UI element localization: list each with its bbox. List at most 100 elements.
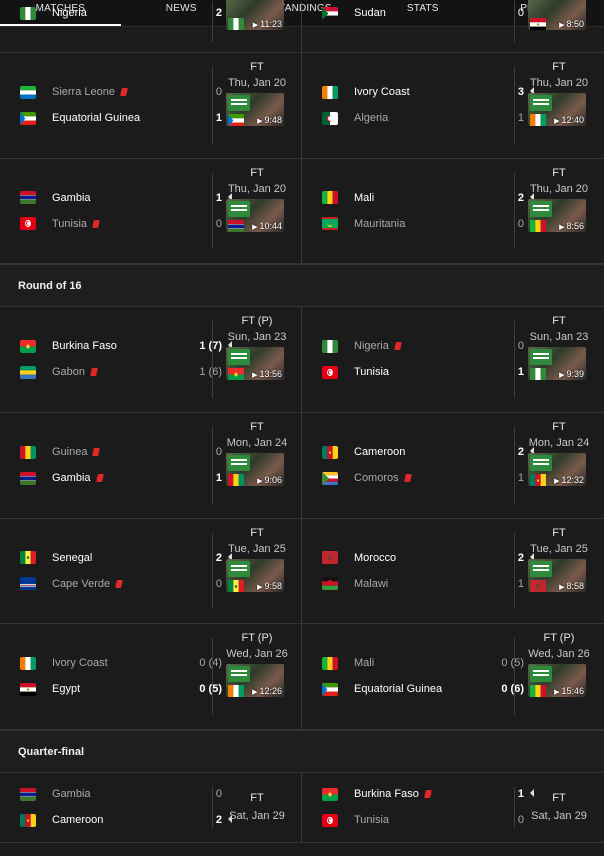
flag-mini-icon <box>530 114 546 126</box>
team-home[interactable]: Senegal 2 <box>20 549 232 567</box>
flag-gmb-icon <box>20 191 36 204</box>
match-card[interactable]: Morocco2 Malawi 1 FT Tue, Jan 25 8:58 <box>302 519 604 623</box>
flag-mini-icon <box>228 685 244 697</box>
team-home[interactable]: Cameroon 2 <box>322 443 534 461</box>
match-status: FT (P) <box>543 632 575 644</box>
team-name: Tunisia <box>354 366 390 378</box>
team-score: 0 <box>215 577 222 590</box>
team-away[interactable]: Gabon 1 (6) <box>20 363 222 381</box>
flag-mli-icon <box>322 191 338 204</box>
video-duration: 9:39 <box>559 369 584 379</box>
highlight-video-thumbnail[interactable]: 12:32 <box>528 453 586 486</box>
video-duration: 12:32 <box>554 475 584 485</box>
match-card[interactable]: Burkina Faso 1 (7) Gabon 1 (6) FT (P) Sun, Ja… <box>0 307 302 412</box>
highlight-video-thumbnail[interactable]: 9:48 <box>226 93 284 126</box>
match-date: Sun, Jan 23 <box>227 331 287 343</box>
highlight-video-thumbnail[interactable]: 12:40 <box>528 93 586 126</box>
red-card-icon <box>95 474 104 482</box>
highlight-video-thumbnail[interactable]: 10:44 <box>226 199 284 232</box>
team-away[interactable]: Equatorial Guinea 0 (6) <box>322 680 534 698</box>
highlight-video-thumbnail[interactable]: 11:23 <box>226 0 284 30</box>
team-home[interactable]: Gambia 0 <box>20 785 222 803</box>
team-away[interactable]: Malawi 1 <box>322 575 524 593</box>
match-card[interactable]: Mali 0 (5) Equatorial Guinea 0 (6) FT (P) Wed… <box>302 624 604 729</box>
match-status: FT <box>250 61 264 73</box>
team-home[interactable]: Ivory Coast 0 (4) <box>20 654 222 672</box>
team-away[interactable]: Cameroon 2 <box>20 811 232 829</box>
team-away[interactable]: Comoros 1 <box>322 469 524 487</box>
red-card-icon <box>120 88 128 96</box>
team-home[interactable]: Morocco 2 <box>322 549 534 567</box>
flag-mini-icon <box>530 368 546 380</box>
match-card[interactable]: Sierra Leone 0 Equatorial Guinea 1 FT Thu, Ja… <box>0 53 302 158</box>
team-score: 0 <box>517 7 524 19</box>
tournament-logo-icon <box>530 95 552 111</box>
team-home[interactable]: Guinea 0 <box>20 443 222 461</box>
match-card[interactable]: Burkina Faso 1 Tunisia 0 FT Sat, Jan 29 <box>302 773 604 842</box>
highlight-video-thumbnail[interactable]: 15:46 <box>528 664 586 697</box>
match-date: Sun, Jan 23 <box>529 331 589 343</box>
team-home[interactable]: Burkina Faso 1 (7) <box>20 337 232 355</box>
match-card[interactable]: Ivory Coast 0 (4) Egypt 0 (5) FT (P) Wed, Jan… <box>0 624 302 729</box>
match-status: FT <box>250 792 264 804</box>
flag-dza-icon <box>322 111 338 125</box>
team-away[interactable]: Equatorial Guinea 1 <box>20 109 232 127</box>
team-name: Sierra Leone <box>52 86 115 98</box>
team-score: 1 <box>517 577 524 590</box>
video-duration: 8:50 <box>559 19 584 29</box>
team-home[interactable]: Mali 2 <box>322 189 534 207</box>
match-card[interactable]: Gambia1 Tunisia 0 FT Thu, Jan 20 10:44 <box>0 159 302 263</box>
team-home[interactable]: Sierra Leone 0 <box>20 83 222 101</box>
highlight-video-thumbnail[interactable]: 8:58 <box>528 559 586 592</box>
match-card[interactable]: Sudan 0 8:50 <box>302 0 604 52</box>
match-card[interactable]: Cameroon2 Comoros 1 FT Mon, Jan 24 12:32 <box>302 413 604 518</box>
team-name: Comoros <box>354 472 399 484</box>
team-away[interactable]: Mauritania 0 <box>322 215 524 233</box>
match-card[interactable]: Nigeria 2 11:23 <box>0 0 302 52</box>
highlight-video-thumbnail[interactable]: 8:50 <box>528 0 586 30</box>
match-card[interactable]: Senegal2 Cape Verde 0 FT Tue, Jan 25 9:58 <box>0 519 302 623</box>
team-home[interactable]: Nigeria 0 <box>322 337 524 355</box>
match-card[interactable]: Nigeria0 Tunisia 1 FT Sun, Jan 23 9:39 <box>302 307 604 412</box>
highlight-video-thumbnail[interactable]: 9:39 <box>528 347 586 380</box>
tournament-logo-icon <box>530 201 552 217</box>
team-home[interactable]: Gambia 1 <box>20 189 232 207</box>
team-home[interactable]: Burkina Faso 1 <box>322 785 534 803</box>
video-duration: 8:56 <box>559 221 584 231</box>
team-away[interactable]: Cape Verde 0 <box>20 575 222 593</box>
team-away[interactable]: Tunisia 0 <box>322 811 524 829</box>
match-card[interactable]: Ivory Coast3 Algeria 1 FT Thu, Jan 20 12:40 <box>302 53 604 158</box>
team-home[interactable]: Sudan 0 <box>322 4 524 22</box>
highlight-video-thumbnail[interactable]: 12:26 <box>226 664 284 697</box>
team-name: Malawi <box>354 577 389 590</box>
match-card[interactable]: Mali2 Mauritania 0 FT Thu, Jan 20 8:56 <box>302 159 604 263</box>
highlight-video-thumbnail[interactable]: 9:06 <box>226 453 284 486</box>
divider <box>514 173 515 249</box>
video-duration: 9:58 <box>257 581 282 591</box>
flag-mini-icon <box>530 474 546 486</box>
team-score: 0 <box>517 217 524 230</box>
team-name: Gambia <box>52 788 91 800</box>
team-away[interactable]: Algeria 1 <box>322 109 524 127</box>
divider <box>514 321 515 398</box>
team-away[interactable]: Tunisia 0 <box>20 215 222 233</box>
highlight-video-thumbnail[interactable]: 9:58 <box>226 559 284 592</box>
flag-cmr-icon <box>20 813 36 827</box>
match-status: FT <box>250 421 264 433</box>
team-away[interactable]: Egypt 0 (5) <box>20 680 232 698</box>
team-name: Nigeria <box>354 340 389 352</box>
match-row: Guinea0 Gambia 1 FT Mon, Jan 24 9:06 Cameroon2… <box>0 413 604 519</box>
round-header: Quarter-final <box>0 730 604 773</box>
team-away[interactable]: Gambia 1 <box>20 469 232 487</box>
match-card[interactable]: Gambia 0 Cameroon 2 FT Sat, Jan 29 <box>0 773 302 842</box>
divider <box>514 533 515 609</box>
flag-bfa-icon <box>322 787 338 801</box>
match-card[interactable]: Guinea0 Gambia 1 FT Mon, Jan 24 9:06 <box>0 413 302 518</box>
team-away[interactable]: Tunisia 1 <box>322 363 534 381</box>
highlight-video-thumbnail[interactable]: 8:56 <box>528 199 586 232</box>
team-score: 1 (6) <box>199 366 222 378</box>
team-home[interactable]: Ivory Coast 3 <box>322 83 534 101</box>
team-home[interactable]: Mali 0 (5) <box>322 654 524 672</box>
team-home[interactable]: Nigeria 2 <box>20 4 232 22</box>
highlight-video-thumbnail[interactable]: 13:56 <box>226 347 284 380</box>
